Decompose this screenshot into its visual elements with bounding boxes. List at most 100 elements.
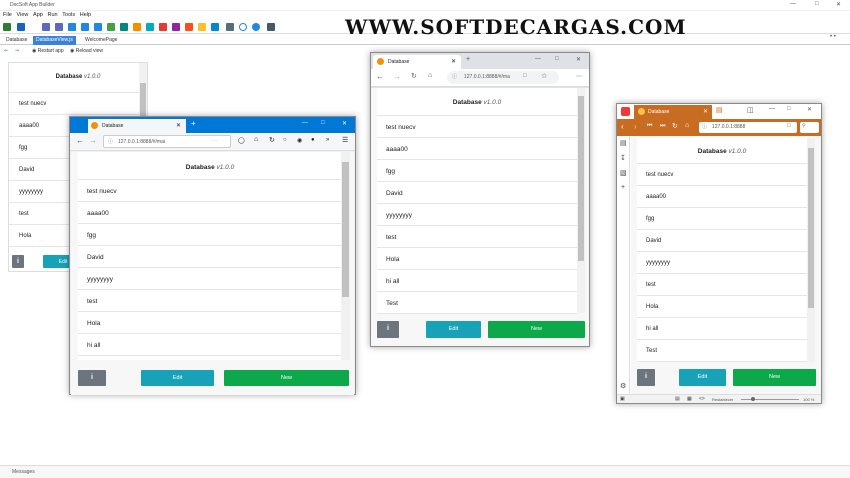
back-icon[interactable]: ← bbox=[376, 72, 384, 81]
back-icon[interactable]: ← bbox=[76, 136, 84, 145]
new-tab-icon[interactable]: + bbox=[466, 56, 470, 63]
forward-icon[interactable]: → bbox=[89, 136, 97, 145]
list-item[interactable]: Hola bbox=[78, 312, 342, 334]
new-tab-icon[interactable]: ▤ bbox=[716, 106, 723, 114]
new-button[interactable]: New bbox=[733, 369, 816, 386]
shield-icon[interactable]: ○ bbox=[283, 137, 287, 143]
reload-icon[interactable]: ↻ bbox=[411, 72, 417, 80]
maximize-icon[interactable]: □ bbox=[555, 56, 559, 62]
list-item[interactable]: test bbox=[377, 226, 577, 248]
trash-icon[interactable]: ◫ bbox=[747, 106, 754, 114]
downloads-panel-icon[interactable]: ↧ bbox=[620, 154, 626, 162]
list-item[interactable]: Test bbox=[377, 292, 577, 314]
export-icon[interactable] bbox=[94, 23, 102, 31]
edit-button[interactable]: Edit bbox=[141, 370, 214, 386]
reload-icon[interactable]: ↻ bbox=[672, 122, 678, 130]
info-button[interactable]: i bbox=[637, 369, 655, 386]
edit-button[interactable]: Edit bbox=[426, 321, 481, 338]
messages-label[interactable]: Messages bbox=[12, 469, 35, 475]
add-dialog-icon[interactable] bbox=[120, 23, 128, 31]
close-icon[interactable]: ✕ bbox=[576, 56, 581, 63]
addon-icon[interactable]: ◉ bbox=[297, 137, 302, 144]
tab-close-icon[interactable]: ✕ bbox=[451, 58, 456, 65]
list-item[interactable]: yyyyyyyy bbox=[377, 204, 577, 226]
reader-icon[interactable]: □ bbox=[523, 73, 527, 79]
list-item[interactable]: test nuecv bbox=[78, 180, 342, 202]
list-item[interactable]: fgg bbox=[377, 160, 577, 182]
list-item[interactable]: hi all bbox=[78, 334, 342, 356]
new-icon[interactable] bbox=[3, 23, 11, 31]
target-icon[interactable] bbox=[239, 23, 247, 31]
tools-icon[interactable] bbox=[226, 23, 234, 31]
tab-welcomepage[interactable]: WelcomePage bbox=[82, 36, 120, 45]
tab-databaseview[interactable]: DatabaseView.js bbox=[33, 36, 76, 45]
folder-icon[interactable] bbox=[198, 23, 206, 31]
fast-forward-icon[interactable]: ⏭ bbox=[660, 123, 665, 130]
list-item[interactable]: test bbox=[78, 290, 342, 312]
page-actions-icon[interactable]: ⋯ bbox=[212, 138, 217, 144]
build-icon[interactable] bbox=[211, 23, 219, 31]
notes-panel-icon[interactable]: ▧ bbox=[620, 169, 627, 177]
vivaldi-logo-icon[interactable] bbox=[621, 107, 630, 116]
forward-arrow-icon[interactable]: ⇒ bbox=[15, 48, 19, 54]
list-item[interactable]: aaaa00 bbox=[637, 186, 807, 208]
list-item[interactable]: David bbox=[637, 230, 807, 252]
search-field[interactable]: ⚲ bbox=[800, 122, 819, 133]
maximize-icon[interactable]: □ bbox=[815, 1, 819, 7]
tab-close-icon[interactable]: ✕ bbox=[703, 108, 708, 115]
menu-view[interactable]: View bbox=[17, 12, 29, 18]
rewind-icon[interactable]: ⏮ bbox=[647, 123, 652, 130]
list-item[interactable]: test nuecv bbox=[377, 116, 577, 138]
run-icon[interactable] bbox=[252, 23, 260, 31]
scrollbar[interactable] bbox=[577, 88, 585, 313]
delete-icon[interactable] bbox=[159, 23, 167, 31]
list-item[interactable]: hi all bbox=[377, 270, 577, 292]
restart-app-button[interactable]: ◉ Restart app bbox=[32, 48, 64, 54]
image-icon[interactable]: ▦ bbox=[687, 396, 692, 402]
forward-icon[interactable]: › bbox=[634, 122, 637, 131]
list-item[interactable]: hi all bbox=[637, 318, 807, 340]
edit-button[interactable]: Edit bbox=[679, 369, 726, 386]
vivaldi-tab[interactable]: Database ✕ bbox=[634, 105, 712, 119]
list-item[interactable]: David bbox=[377, 182, 577, 204]
redo-icon[interactable] bbox=[55, 23, 63, 31]
list-item[interactable]: aaaa00 bbox=[78, 202, 342, 224]
home-icon[interactable]: ⌂ bbox=[254, 136, 258, 143]
info-button[interactable]: i bbox=[78, 370, 106, 386]
firefox-tab[interactable]: Database ✕ bbox=[88, 119, 186, 133]
list-item[interactable]: test bbox=[637, 274, 807, 296]
list-item[interactable]: yyyyyyyy bbox=[78, 268, 342, 290]
open-icon[interactable] bbox=[17, 23, 25, 31]
home-icon[interactable]: ⌂ bbox=[428, 72, 432, 79]
properties-icon[interactable] bbox=[146, 23, 154, 31]
menu-icon[interactable]: ☰ bbox=[342, 136, 348, 144]
account-icon[interactable]: ● bbox=[311, 137, 315, 143]
menu-tools[interactable]: Tools bbox=[62, 12, 75, 18]
undo-icon[interactable] bbox=[42, 23, 50, 31]
minimize-icon[interactable]: — bbox=[535, 56, 541, 62]
list-item[interactable]: Hola bbox=[637, 296, 807, 318]
home-icon[interactable]: ⌂ bbox=[685, 122, 689, 129]
list-item[interactable]: yyyyyyyy bbox=[637, 252, 807, 274]
url-bar[interactable]: ⓘ 127.0.0.1:8888/#/ma □ ☆ bbox=[447, 71, 559, 84]
info-icon[interactable]: ⓘ bbox=[452, 73, 457, 80]
minimize-icon[interactable]: — bbox=[769, 106, 775, 112]
panel-toggle-icon[interactable]: ▣ bbox=[620, 396, 625, 402]
scrollbar[interactable] bbox=[807, 138, 815, 362]
minimize-icon[interactable]: — bbox=[790, 1, 796, 7]
new-button[interactable]: New bbox=[224, 370, 349, 386]
zoom-reset-label[interactable]: Restablecer bbox=[712, 397, 733, 402]
list-item[interactable]: test nuecv bbox=[9, 93, 147, 115]
list-item[interactable]: test nuecv bbox=[637, 164, 807, 186]
new-button[interactable]: New bbox=[488, 321, 585, 338]
settings-gear-icon[interactable]: ⚙ bbox=[620, 382, 626, 390]
reload-view-button[interactable]: ◉ Reload view bbox=[70, 48, 103, 54]
scrollbar[interactable] bbox=[341, 152, 350, 360]
tiling-icon[interactable]: ▤ bbox=[675, 396, 680, 402]
menu-app[interactable]: App bbox=[33, 12, 43, 18]
menu-run[interactable]: Run bbox=[48, 12, 58, 18]
chrome-tab[interactable]: Database ✕ bbox=[373, 55, 461, 69]
star-icon[interactable]: ☆ bbox=[541, 72, 547, 80]
info-button[interactable]: i bbox=[377, 321, 399, 338]
add-panel-icon[interactable]: + bbox=[621, 184, 625, 191]
